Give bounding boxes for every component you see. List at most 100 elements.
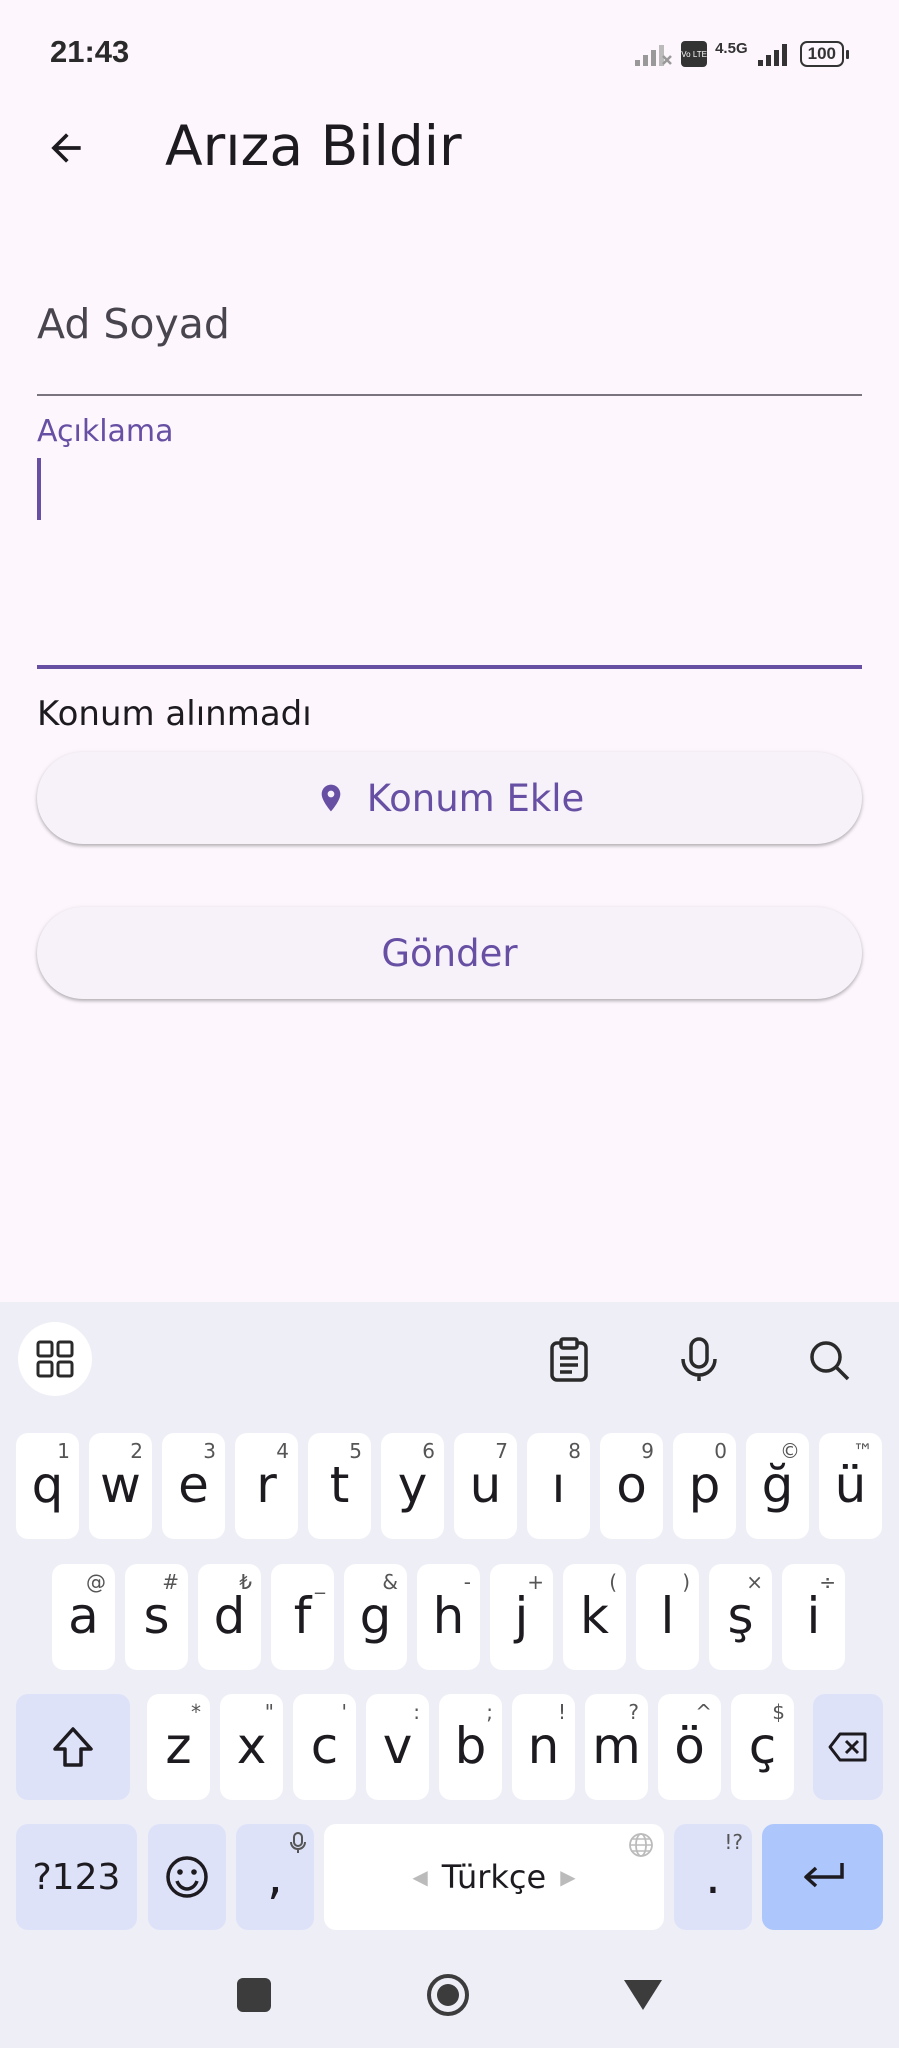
key-ö[interactable]: ^ ö bbox=[658, 1694, 721, 1800]
space-key-label: Türkçe bbox=[441, 1858, 547, 1896]
key-t[interactable]: 5t bbox=[308, 1433, 371, 1539]
clipboard-icon bbox=[550, 1337, 588, 1382]
recents-square-icon[interactable] bbox=[237, 1978, 271, 2012]
key-c[interactable]: ' c bbox=[293, 1694, 356, 1800]
key-q[interactable]: 1q bbox=[16, 1433, 79, 1539]
key-u[interactable]: 7u bbox=[454, 1433, 517, 1539]
key-v[interactable]: :v bbox=[366, 1694, 429, 1800]
key-label: f bbox=[293, 1587, 312, 1645]
key-label: c bbox=[310, 1717, 339, 1775]
key-label: b bbox=[454, 1717, 487, 1775]
location-pin-icon bbox=[321, 784, 341, 812]
key-m[interactable]: ? m bbox=[585, 1694, 648, 1800]
status-time: 21:43 bbox=[50, 34, 130, 69]
home-circle-icon[interactable] bbox=[426, 1973, 470, 2017]
key-ğ[interactable]: © ğ bbox=[746, 1433, 809, 1539]
key-label: d bbox=[213, 1587, 246, 1645]
key-label: g bbox=[359, 1587, 392, 1645]
name-field[interactable]: Ad Soyad bbox=[37, 280, 862, 396]
back-button[interactable] bbox=[36, 118, 96, 178]
text-cursor bbox=[37, 458, 41, 520]
key-label: s bbox=[143, 1587, 170, 1645]
key-label: n bbox=[527, 1717, 560, 1775]
submit-label: Gönder bbox=[381, 931, 518, 975]
network-type: 4.5G bbox=[715, 39, 748, 57]
key-label: h bbox=[432, 1587, 465, 1645]
key-label: ş bbox=[727, 1587, 754, 1645]
key-o[interactable]: 9o bbox=[600, 1433, 663, 1539]
key-w[interactable]: 2w bbox=[89, 1433, 152, 1539]
status-icons: Vo LTE 4.5G 100 bbox=[633, 36, 849, 72]
key-label: z bbox=[165, 1717, 192, 1775]
key-f[interactable]: _ f bbox=[271, 1564, 334, 1670]
key-p[interactable]: 0p bbox=[673, 1433, 736, 1539]
key-label: ö bbox=[674, 1717, 705, 1775]
comma-key[interactable]: , bbox=[236, 1824, 314, 1930]
key-label: a bbox=[68, 1587, 99, 1645]
name-placeholder: Ad Soyad bbox=[37, 300, 230, 348]
key-label: e bbox=[178, 1456, 209, 1514]
space-key[interactable]: ◀ Türkçe ▶ bbox=[324, 1824, 664, 1930]
keyboard: 1 q 2 w 3 e 4 r 5 t 6 y 7 u 8 ı 9 o 0 p © ğ ™ ü @ a # s ₺ d _ f & g - h + j(… bbox=[0, 1302, 899, 2048]
period-key-label: . bbox=[705, 1847, 721, 1905]
space-right-arrow-icon: ▶ bbox=[560, 1865, 576, 1889]
description-field[interactable]: Açıklama bbox=[37, 400, 862, 669]
add-location-button[interactable]: Konum Ekle bbox=[37, 752, 862, 844]
key-h[interactable]: -h bbox=[417, 1564, 480, 1670]
comma-key-label: , bbox=[267, 1847, 283, 1905]
key-d[interactable]: ₺ d bbox=[198, 1564, 261, 1670]
key-y[interactable]: 6y bbox=[381, 1433, 444, 1539]
clipboard-button[interactable] bbox=[533, 1324, 605, 1396]
key-ş[interactable]: × ş bbox=[709, 1564, 772, 1670]
submit-button[interactable]: Gönder bbox=[37, 907, 862, 999]
signal-off-icon bbox=[635, 45, 672, 66]
key-s[interactable]: # s bbox=[125, 1564, 188, 1670]
key-i[interactable]: ÷ i bbox=[782, 1564, 845, 1670]
key-label: ğ bbox=[761, 1456, 794, 1514]
space-left-arrow-icon: ◀ bbox=[412, 1865, 428, 1889]
emoji-key[interactable] bbox=[148, 1824, 226, 1930]
key-label: y bbox=[397, 1456, 428, 1514]
key-ç[interactable]: $ ç bbox=[731, 1694, 794, 1800]
key-b[interactable]: ; b bbox=[439, 1694, 502, 1800]
add-location-label: Konum Ekle bbox=[366, 776, 585, 820]
key-ı[interactable]: 8ı bbox=[527, 1433, 590, 1539]
key-a[interactable]: @ a bbox=[52, 1564, 115, 1670]
key-label: j bbox=[514, 1587, 529, 1645]
location-status: Konum alınmadı bbox=[37, 694, 312, 734]
key-r[interactable]: 4r bbox=[235, 1433, 298, 1539]
key-label: m bbox=[592, 1717, 641, 1775]
key-label: k bbox=[580, 1587, 609, 1645]
keyboard-search-button[interactable] bbox=[793, 1324, 865, 1396]
key-label: ı bbox=[551, 1456, 566, 1514]
volte-icon: Vo LTE bbox=[681, 41, 708, 67]
symbols-key[interactable]: ?123 bbox=[16, 1824, 137, 1930]
key-j[interactable]: + j bbox=[490, 1564, 553, 1670]
microphone-icon bbox=[681, 1337, 717, 1381]
back-triangle-icon[interactable] bbox=[622, 1978, 664, 2017]
key-x[interactable]: " x bbox=[220, 1694, 283, 1800]
enter-key[interactable] bbox=[762, 1824, 883, 1930]
key-label: q bbox=[31, 1456, 64, 1514]
search-icon bbox=[810, 1341, 850, 1381]
shift-key[interactable] bbox=[16, 1694, 130, 1800]
signal-icon bbox=[757, 44, 787, 66]
key-ü[interactable]: ™ ü bbox=[819, 1433, 882, 1539]
key-l[interactable]: ) l bbox=[636, 1564, 699, 1670]
key-k[interactable]: (k bbox=[563, 1564, 626, 1670]
key-label: ü bbox=[834, 1456, 867, 1514]
description-label: Açıklama bbox=[37, 414, 174, 449]
key-g[interactable]: & g bbox=[344, 1564, 407, 1670]
key-z[interactable]: * z bbox=[147, 1694, 210, 1800]
key-label: u bbox=[469, 1456, 502, 1514]
backspace-key[interactable] bbox=[813, 1694, 883, 1800]
key-n[interactable]: ! n bbox=[512, 1694, 575, 1800]
apps-button[interactable] bbox=[18, 1322, 92, 1396]
enter-icon bbox=[803, 1863, 844, 1888]
voice-input-button[interactable] bbox=[663, 1324, 735, 1396]
period-key[interactable]: !? . bbox=[674, 1824, 752, 1930]
key-label: r bbox=[256, 1456, 277, 1514]
key-e[interactable]: 3e bbox=[162, 1433, 225, 1539]
backspace-icon bbox=[828, 1732, 867, 1762]
key-label: ç bbox=[748, 1717, 777, 1775]
